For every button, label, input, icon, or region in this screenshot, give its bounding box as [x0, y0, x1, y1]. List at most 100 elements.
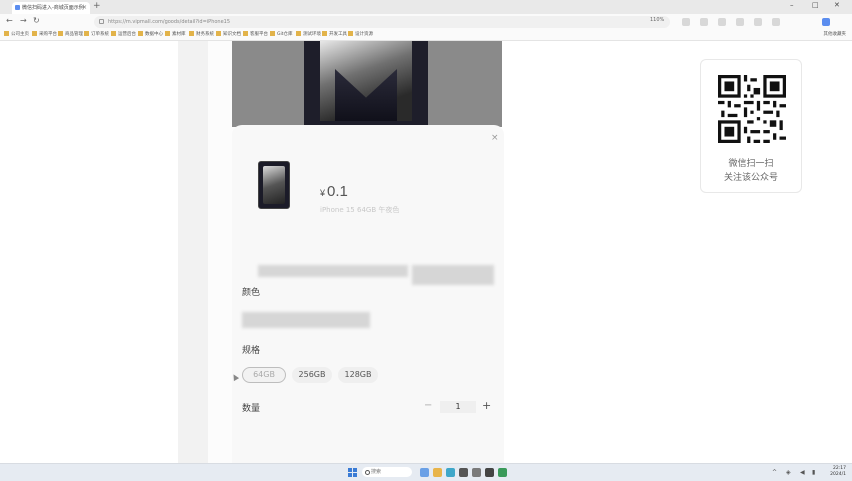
other-bookmarks[interactable]: 其他收藏夹 [824, 31, 847, 39]
bookmarks-bar: 公司主页 采购平台 商品管理 订单系统 运营后台 数据中心 素材库 财务系统 知… [0, 30, 852, 41]
network-icon[interactable]: ◈ [786, 469, 791, 476]
folder-icon [84, 31, 89, 36]
folder-icon [243, 31, 248, 36]
tab-close-icon[interactable]: × [82, 2, 87, 14]
task-view-icon[interactable] [420, 468, 429, 477]
bookmark-item[interactable]: 测试环境 [296, 31, 321, 39]
bookmark-item[interactable]: 设计资源 [348, 31, 373, 39]
volume-icon[interactable]: ◀ [800, 469, 805, 476]
start-logo-icon [348, 473, 352, 477]
bookmark-item[interactable]: 数据中心 [138, 31, 163, 39]
quantity-minus-button[interactable]: − [424, 400, 432, 411]
maximize-button[interactable]: □ [812, 1, 819, 9]
folder-icon [138, 31, 143, 36]
system-clock[interactable]: 22:17 2024/1 [822, 466, 846, 478]
bookmark-item[interactable]: 素材库 [165, 31, 186, 39]
folder-icon [322, 31, 327, 36]
wechat-qr-card: 微信扫一扫 关注该公众号 [700, 59, 802, 193]
tab-bar: 微信扫码进入-商城页面示例 × + – □ ✕ [0, 0, 852, 14]
zoom-level[interactable]: 110% [650, 17, 664, 23]
bookmark-item[interactable]: 采购平台 [32, 31, 57, 39]
blurred-text [412, 265, 494, 285]
taskbar-search-label: 搜索 [371, 469, 382, 475]
bookmark-item[interactable]: 知识文档 [216, 31, 241, 39]
settings-menu-icon[interactable] [772, 18, 780, 26]
file-explorer-icon[interactable] [433, 468, 442, 477]
thumbnail-screen [263, 166, 285, 204]
folder-icon [58, 31, 63, 36]
start-button[interactable] [348, 468, 357, 477]
page-gutter [178, 41, 208, 467]
app-icon[interactable] [459, 468, 468, 477]
favorites-icon[interactable] [700, 18, 708, 26]
back-button[interactable]: ← [6, 16, 13, 25]
bookmark-item[interactable]: 财务系统 [189, 31, 214, 39]
edge-browser-icon[interactable] [446, 468, 455, 477]
bookmark-item[interactable]: Git仓库 [270, 31, 293, 39]
qr-caption-scan: 微信扫一扫 [728, 159, 774, 169]
folder-icon [165, 31, 170, 36]
bookmark-item[interactable]: 运营后台 [111, 31, 136, 39]
bookmark-item[interactable]: 商品管理 [58, 31, 83, 39]
tab-favicon-icon [15, 5, 20, 10]
url-input[interactable]: https://m.vipmall.com/goods/detail?id=iP… [94, 16, 670, 28]
selected-summary: iPhone 15 64GB 午夜色 [320, 206, 400, 214]
taskbar: 搜索 ^ ◈ ◀ ▮ 22:17 2024/1 [0, 463, 852, 481]
folder-icon [216, 31, 221, 36]
quantity-title: 数量 [242, 404, 261, 414]
spec-option-256gb[interactable]: 256GB [292, 367, 332, 383]
battery-icon[interactable]: ▮ [812, 469, 815, 476]
product-thumbnail [258, 161, 290, 209]
product-price: ¥0.1 [320, 183, 348, 200]
folder-icon [270, 31, 275, 36]
qr-code-image [718, 75, 786, 143]
folder-icon [4, 31, 9, 36]
app-icon[interactable] [472, 468, 481, 477]
spec-title: 规格 [242, 346, 261, 356]
quantity-input[interactable]: 1 [440, 401, 476, 413]
start-logo-icon [353, 473, 357, 477]
start-logo-icon [353, 468, 357, 472]
clock-date: 2024/1 [830, 472, 846, 477]
folder-icon [111, 31, 116, 36]
blurred-text [258, 265, 408, 277]
folder-icon [189, 31, 194, 36]
new-tab-button[interactable]: + [93, 1, 101, 11]
price-value: 0.1 [327, 183, 348, 200]
close-window-button[interactable]: ✕ [834, 1, 840, 9]
wechat-icon[interactable] [498, 468, 507, 477]
refresh-button[interactable]: ↻ [33, 16, 40, 25]
extension-icon[interactable] [682, 18, 690, 26]
taskbar-search[interactable]: 搜索 [362, 467, 412, 477]
profile-icon[interactable] [754, 18, 762, 26]
collections-icon[interactable] [718, 18, 726, 26]
downloads-icon[interactable] [736, 18, 744, 26]
bookmark-item[interactable]: 公司主页 [4, 31, 29, 39]
spec-option-64gb[interactable]: 64GB [242, 367, 286, 383]
color-options-blurred[interactable] [242, 312, 370, 328]
close-icon[interactable]: × [491, 133, 499, 143]
search-icon [365, 470, 370, 475]
start-logo-icon [348, 468, 352, 472]
folder-icon [32, 31, 37, 36]
color-title: 颜色 [242, 288, 261, 298]
bookmark-item[interactable]: 订单系统 [84, 31, 109, 39]
tab-title: 微信扫码进入-商城页面示例 [22, 5, 84, 11]
address-bar-row: ← → ↻ https://m.vipmall.com/goods/detail… [0, 14, 852, 30]
browser-tab[interactable]: 微信扫码进入-商城页面示例 × [12, 2, 90, 14]
product-hero-image [232, 41, 502, 127]
page-content: × ¥0.1 iPhone 15 64GB 午夜色 颜色 规格 64GB 256… [0, 41, 852, 475]
currency-symbol: ¥ [320, 188, 326, 198]
spec-option-128gb[interactable]: 128GB [338, 367, 378, 383]
lock-icon [99, 19, 104, 24]
folder-icon [296, 31, 301, 36]
minimize-button[interactable]: – [790, 1, 794, 9]
edge-copilot-icon[interactable] [822, 18, 830, 26]
bookmark-item[interactable]: 开发工具 [322, 31, 347, 39]
bookmark-item[interactable]: 客服平台 [243, 31, 268, 39]
tray-chevron-icon[interactable]: ^ [772, 469, 777, 476]
forward-button[interactable]: → [20, 16, 27, 25]
quantity-plus-button[interactable]: + [482, 399, 491, 412]
app-icon[interactable] [485, 468, 494, 477]
sku-selector-sheet: × ¥0.1 iPhone 15 64GB 午夜色 颜色 规格 64GB 256… [232, 125, 504, 475]
